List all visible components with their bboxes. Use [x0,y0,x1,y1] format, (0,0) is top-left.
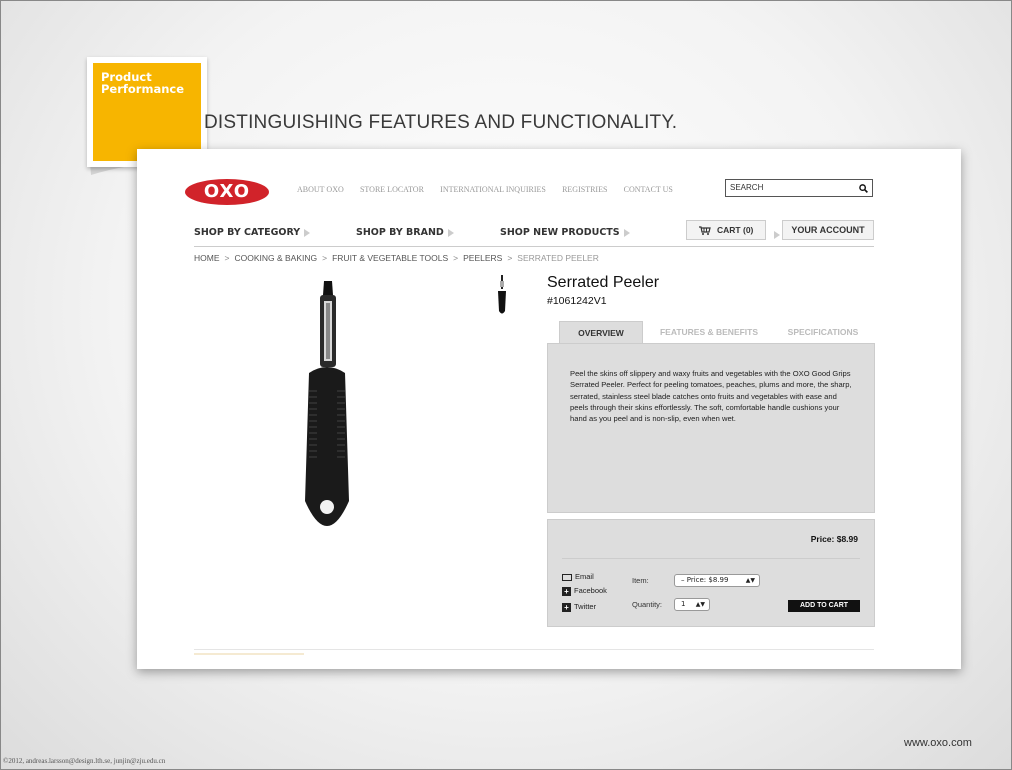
tag-color-block: Product Performance [93,63,201,161]
shop-by-brand-menu[interactable]: SHOP BY BRAND [356,227,454,238]
breadcrumb: HOME > COOKING & BAKING > FRUIT & VEGETABLE … [194,253,599,263]
nav-about[interactable]: ABOUT OXO [297,185,344,194]
select-arrows-icon: ▲▼ [745,577,755,584]
shop-by-category-menu[interactable]: SHOP BY CATEGORY [194,227,311,238]
search-placeholder: SEARCH [730,183,764,192]
header-divider [194,246,874,247]
crumb-home[interactable]: HOME [194,253,220,263]
plus-icon: + [562,602,571,612]
share-facebook[interactable]: + Facebook [562,586,607,596]
product-title: Serrated Peeler [547,274,660,291]
envelope-icon [562,573,572,581]
crumb-fruit-vegetable-tools[interactable]: FRUIT & VEGETABLE TOOLS [332,253,448,263]
shop-new-products-label: SHOP NEW PRODUCTS [500,227,620,238]
slide-headline: DISTINGUISHING FEATURES AND FUNCTIONALIT… [204,112,678,133]
select-arrows-icon: ▲▼ [695,601,705,608]
product-tabs: OVERVIEW FEATURES & BENEFITS SPECIFICATI… [547,321,875,343]
purchase-divider [562,558,860,559]
quantity-select-value: 1 [681,600,686,608]
footer-divider [194,649,874,650]
website-screenshot: OXO ABOUT OXO STORE LOCATOR INTERNATIONA… [137,149,961,669]
quantity-label: Quantity: [632,600,663,609]
share-twitter-label: Twitter [574,602,597,611]
share-twitter[interactable]: + Twitter [562,602,596,612]
arrow-right-icon [304,228,311,237]
share-email-label: Email [575,572,594,581]
oxo-logo[interactable]: OXO [185,179,269,205]
tab-features-benefits[interactable]: FEATURES & BENEFITS [649,321,769,343]
purchase-panel: Price: $8.99 Email + Facebook + Twitter It… [547,519,875,627]
add-to-cart-button[interactable]: ADD TO CART [788,600,860,612]
plus-icon: + [562,586,571,596]
share-facebook-label: Facebook [574,586,607,595]
crumb-separator: > [322,253,328,263]
tag-text: Product Performance [101,71,184,95]
nav-registries[interactable]: REGISTRIES [562,185,607,194]
tab-overview[interactable]: OVERVIEW [559,321,643,343]
product-sku: #1061242V1 [547,295,607,307]
nav-international[interactable]: INTERNATIONAL INQUIRIES [440,185,546,194]
product-image [297,281,357,546]
product-description: Peel the skins off slippery and waxy fru… [570,369,852,424]
slide-url: www.oxo.com [904,737,972,749]
product-price: Price: $8.99 [810,534,858,544]
search-icon[interactable] [859,180,868,199]
cart-icon [698,225,717,236]
share-email[interactable]: Email [562,572,594,581]
footer-accent [194,653,304,655]
nav-contact[interactable]: CONTACT US [624,185,673,194]
item-select-value: – Price: $8.99 [681,576,729,584]
tag-line-2: Performance [101,82,185,96]
overview-panel: Peel the skins off slippery and waxy fru… [547,343,875,513]
nav-store-locator[interactable]: STORE LOCATOR [360,185,424,194]
slide: Product Performance DISTINGUISHING FEATU… [0,0,1012,770]
top-nav: ABOUT OXO STORE LOCATOR INTERNATIONAL IN… [297,185,687,194]
cart-count: (0) [742,225,754,235]
arrow-right-icon [623,228,630,237]
slide-credit: ©2012, andreas.larsson@design.lth.se, ju… [3,757,166,765]
item-select[interactable]: – Price: $8.99 ▲▼ [674,574,760,587]
crumb-separator: > [224,253,230,263]
crumb-separator: > [453,253,459,263]
product-thumbnail[interactable] [497,275,507,320]
arrow-right-icon [770,226,780,244]
shop-by-category-label: SHOP BY CATEGORY [194,227,301,238]
quantity-select[interactable]: 1 ▲▼ [674,598,710,611]
crumb-cooking-baking[interactable]: COOKING & BAKING [234,253,317,263]
crumb-current: SERRATED PEELER [517,253,599,263]
cart-label: CART [717,225,741,235]
item-label: Item: [632,576,649,585]
cart-button[interactable]: CART (0) [686,220,766,240]
crumb-peelers[interactable]: PEELERS [463,253,502,263]
shop-new-products-menu[interactable]: SHOP NEW PRODUCTS [500,227,630,238]
shop-by-brand-label: SHOP BY BRAND [356,227,444,238]
your-account-button[interactable]: YOUR ACCOUNT [782,220,874,240]
crumb-separator: > [507,253,513,263]
search-input[interactable]: SEARCH [725,179,873,197]
arrow-right-icon [447,228,454,237]
tab-specifications[interactable]: SPECIFICATIONS [773,321,873,343]
